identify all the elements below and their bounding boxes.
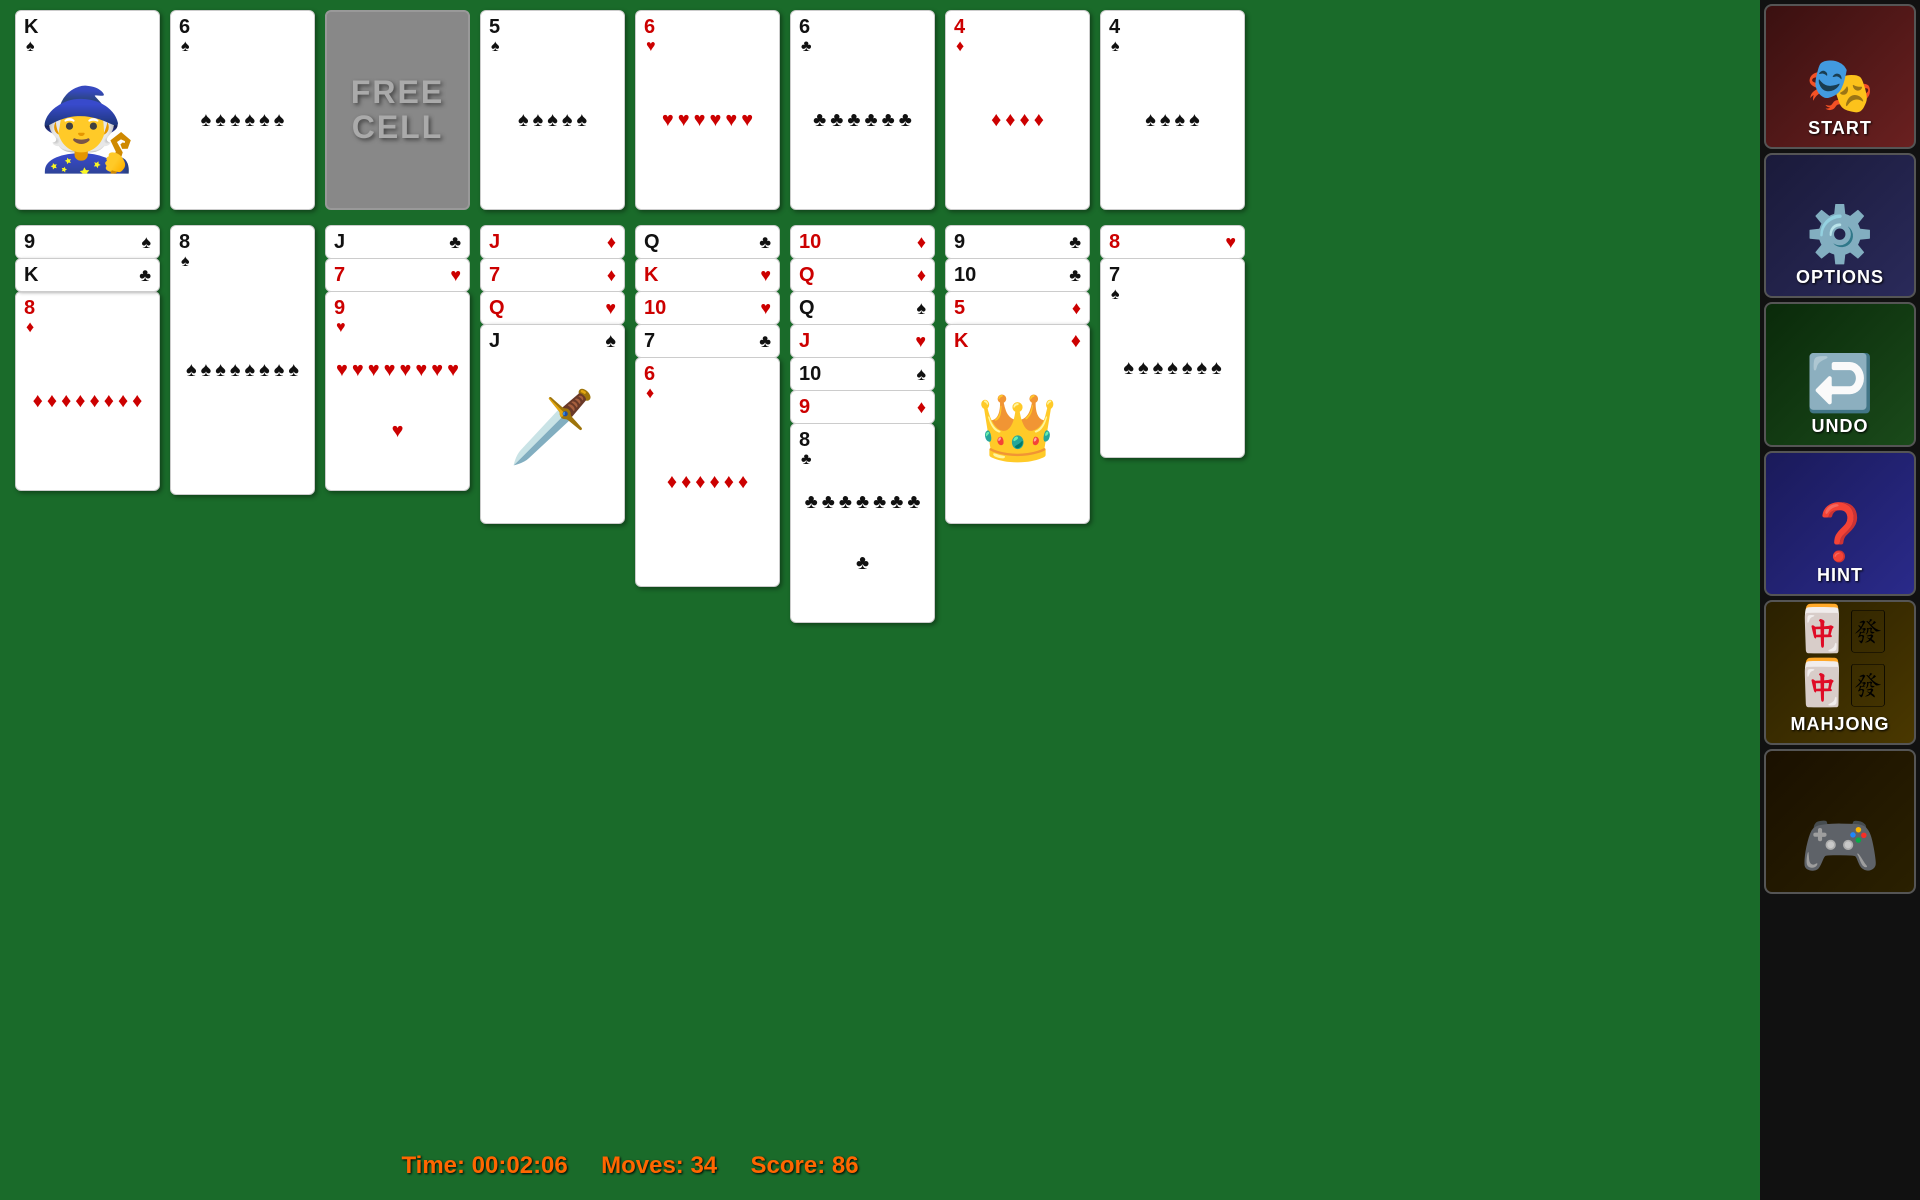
foundation-2[interactable]: 6 ♥ ♥♥♥ ♥♥♥ xyxy=(635,10,780,210)
col4-card2[interactable]: 7 ♦ xyxy=(480,258,625,292)
hint-label: HINT xyxy=(1817,565,1863,586)
col8-card1[interactable]: 8 ♥ xyxy=(1100,225,1245,259)
col3-card1[interactable]: J ♣ xyxy=(325,225,470,259)
undo-button[interactable]: ↩️ UNDO xyxy=(1764,302,1916,447)
freecell-placeholder[interactable]: FREE CELL xyxy=(325,10,470,210)
col1-card1[interactable]: 9 ♠ xyxy=(15,225,160,259)
moves-display: Moves: 34 xyxy=(601,1152,717,1179)
col6-card4[interactable]: J ♥ xyxy=(790,324,935,358)
col5-card2[interactable]: K ♥ xyxy=(635,258,780,292)
col3-card2[interactable]: 7 ♥ xyxy=(325,258,470,292)
col4-card3[interactable]: Q ♥ xyxy=(480,291,625,325)
hint-button[interactable]: ❓ HINT xyxy=(1764,451,1916,596)
undo-label: UNDO xyxy=(1812,416,1869,437)
score-display: Score: 86 xyxy=(751,1152,859,1179)
freecell-label: FREE CELL xyxy=(327,75,468,145)
col3-card3[interactable]: 9 ♥ ♥♥♥ ♥♥♥ ♥♥♥ xyxy=(325,291,470,491)
col7-card1[interactable]: 9 ♣ xyxy=(945,225,1090,259)
col6-card6[interactable]: 9 ♦ xyxy=(790,390,935,424)
start-button[interactable]: 🎭 START xyxy=(1764,4,1916,149)
col7-card3[interactable]: 5 ♦ xyxy=(945,291,1090,325)
col7-card4[interactable]: K♦ 👑 xyxy=(945,324,1090,524)
col5-card3[interactable]: 10 ♥ xyxy=(635,291,780,325)
status-bar: Time: 00:02:06 Moves: 34 Score: 86 xyxy=(0,1152,1260,1180)
foundation-1[interactable]: 5 ♠ ♠♠ ♠♠♠ xyxy=(480,10,625,210)
time-display: Time: 00:02:06 xyxy=(401,1152,567,1179)
foundation-4[interactable]: 4 ♦ ♦♦♦♦ xyxy=(945,10,1090,210)
start-label: START xyxy=(1808,118,1872,139)
col5-card1[interactable]: Q ♣ xyxy=(635,225,780,259)
col1-card2[interactable]: K ♣ xyxy=(15,258,160,292)
col4-card4[interactable]: J♠ 🗡️ xyxy=(480,324,625,524)
foundation-3[interactable]: 6 ♣ ♣♣♣ ♣♣♣ xyxy=(790,10,935,210)
foundation-5[interactable]: 4 ♠ ♠♠♠♠ xyxy=(1100,10,1245,210)
col6-card5[interactable]: 10 ♠ xyxy=(790,357,935,391)
col6-card1[interactable]: 10 ♦ xyxy=(790,225,935,259)
sidebar: 🎭 START ⚙️ OPTIONS ↩️ UNDO ❓ HINT 🀄🀅🀄🀅 M… xyxy=(1760,0,1920,1200)
games-button[interactable]: 🎮 xyxy=(1764,749,1916,894)
col6-card3[interactable]: Q ♠ xyxy=(790,291,935,325)
col2-card1[interactable]: 8 ♠ ♠♠♠♠ ♠♠♠♠ xyxy=(170,225,315,495)
freecell-2[interactable]: 6 ♠ ♠♠♠ ♠♠♠ xyxy=(170,10,315,210)
col6-card7[interactable]: 8 ♣ ♣♣♣♣ ♣♣♣♣ xyxy=(790,423,935,623)
col5-card4[interactable]: 7 ♣ xyxy=(635,324,780,358)
options-label: OPTIONS xyxy=(1796,267,1884,288)
col1-card3[interactable]: 8 ♦ ♦♦♦♦ ♦♦♦♦ xyxy=(15,291,160,491)
game-area: K ♠ 🧙 6 ♠ ♠♠♠ ♠♠♠ FREE CELL 5 ♠ ♠♠ ♠♠♠ 6… xyxy=(0,0,1260,1200)
freecell-1[interactable]: K ♠ 🧙 xyxy=(15,10,160,210)
col8-card2[interactable]: 7 ♠ ♠♠♠ ♠♠♠♠ xyxy=(1100,258,1245,458)
col4-card1[interactable]: J ♦ xyxy=(480,225,625,259)
mahjong-button[interactable]: 🀄🀅🀄🀅 MAHJONG xyxy=(1764,600,1916,745)
col5-card5[interactable]: 6 ♦ ♦♦♦ ♦♦♦ xyxy=(635,357,780,587)
col7-card2[interactable]: 10 ♣ xyxy=(945,258,1090,292)
col6-card2[interactable]: Q ♦ xyxy=(790,258,935,292)
options-button[interactable]: ⚙️ OPTIONS xyxy=(1764,153,1916,298)
mahjong-label: MAHJONG xyxy=(1790,714,1889,735)
